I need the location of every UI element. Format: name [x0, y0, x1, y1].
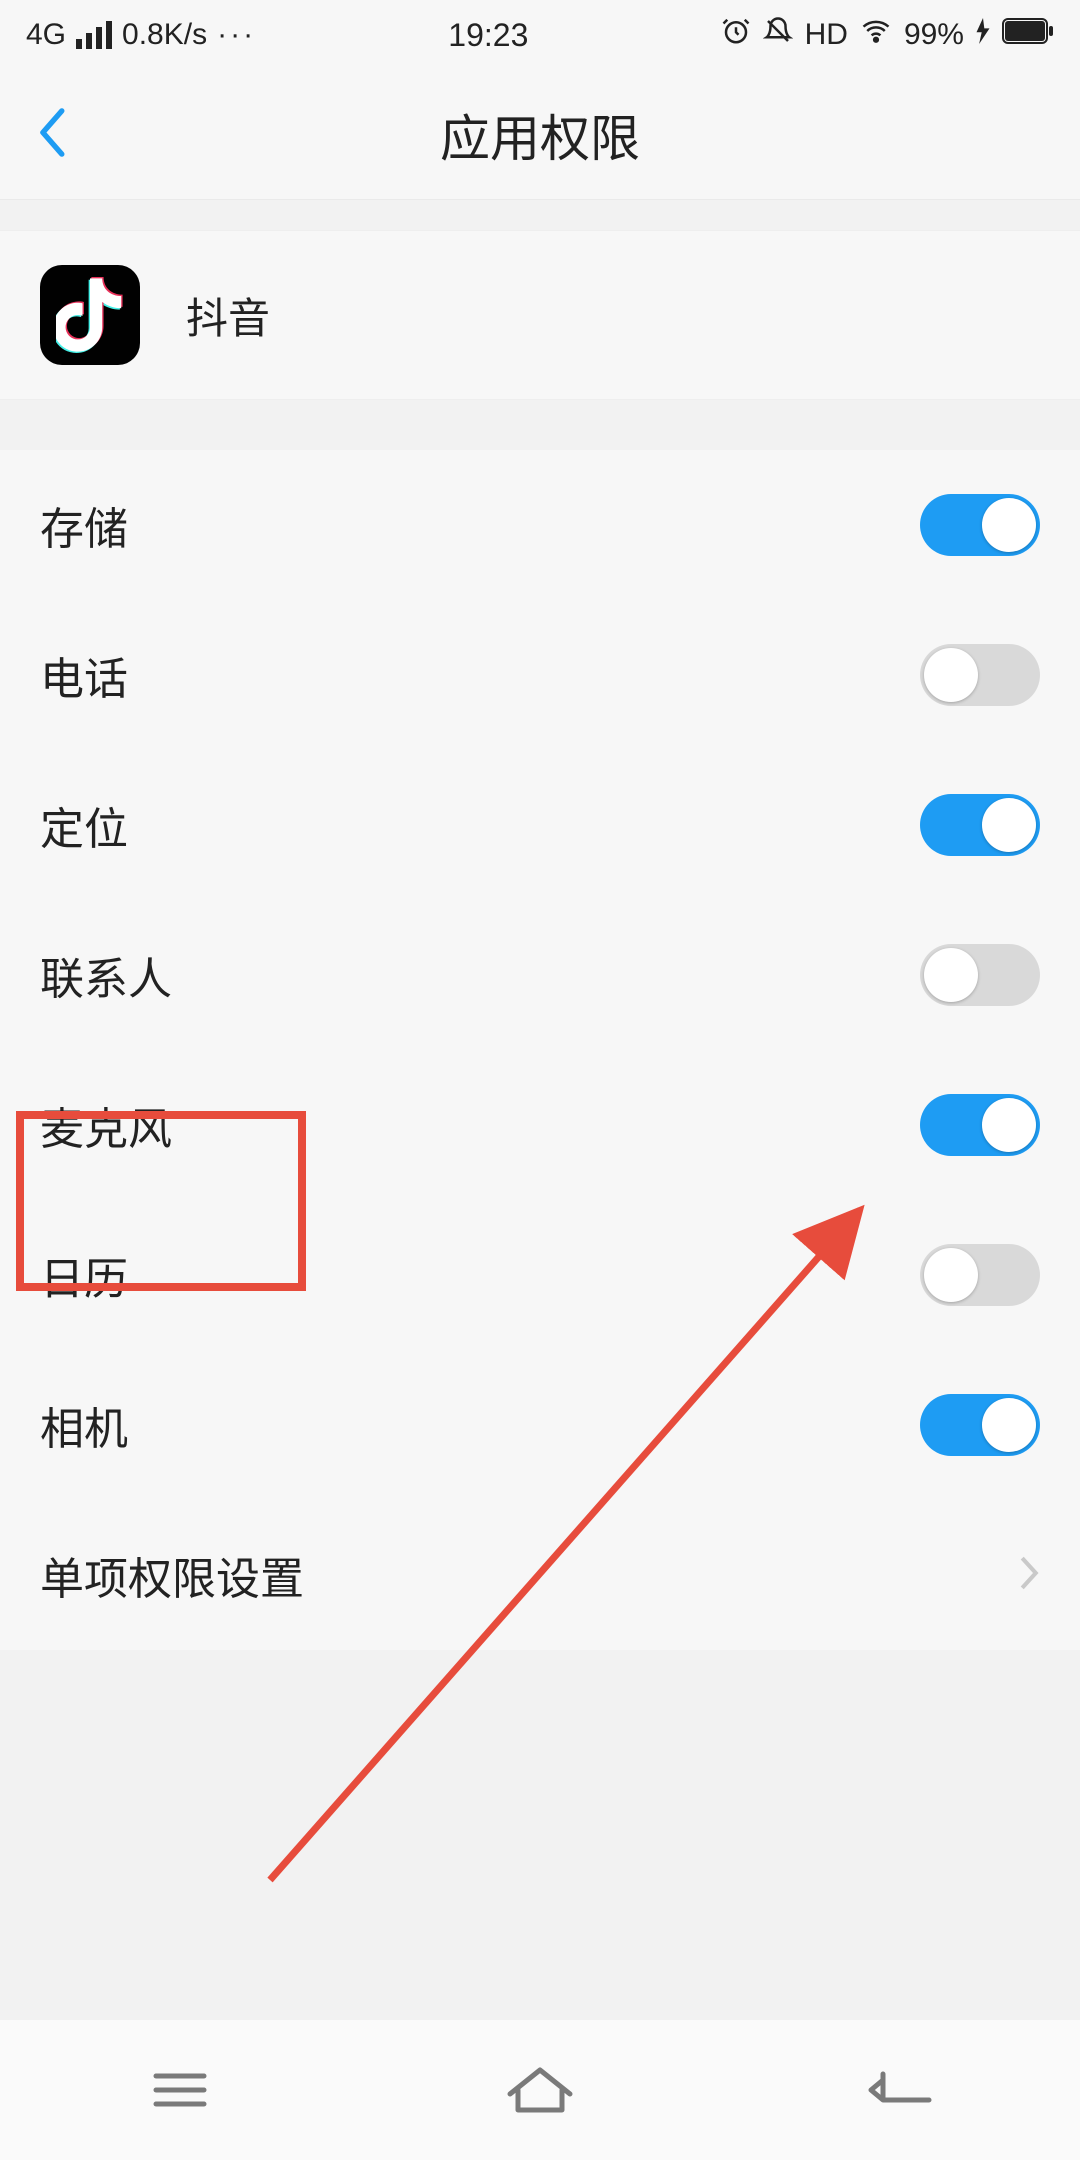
nav-back-button[interactable] [800, 2040, 1000, 2140]
permission-row-calendar: 日历 [0, 1200, 1080, 1350]
network-speed: 0.8K/s [122, 18, 207, 52]
permission-row-microphone: 麦克风 [0, 1050, 1080, 1200]
wifi-icon [860, 16, 892, 54]
status-bar: 4G 0.8K/s ··· 19:23 HD 99% [0, 0, 1080, 70]
more-settings-row[interactable]: 单项权限设置 [0, 1500, 1080, 1650]
charging-icon [976, 18, 990, 52]
permission-label: 联系人 [40, 943, 172, 1007]
signal-icon [76, 21, 112, 49]
permission-label: 存储 [40, 493, 128, 557]
network-type: 4G [26, 18, 66, 52]
permission-row-location: 定位 [0, 750, 1080, 900]
title-bar: 应用权限 [0, 70, 1080, 200]
back-button[interactable] [34, 105, 68, 164]
more-settings-label: 单项权限设置 [40, 1543, 304, 1607]
hd-label: HD [805, 18, 848, 52]
permission-label: 定位 [40, 793, 128, 857]
nav-recent-button[interactable] [80, 2040, 280, 2140]
toggle-location[interactable] [920, 794, 1040, 856]
permission-row-storage: 存储 [0, 450, 1080, 600]
chevron-right-icon [1018, 1554, 1040, 1597]
permission-label: 电话 [40, 643, 128, 707]
permission-row-camera: 相机 [0, 1350, 1080, 1500]
permission-label: 日历 [40, 1243, 128, 1307]
app-icon [40, 265, 140, 365]
nav-bar [0, 2020, 1080, 2160]
alarm-icon [721, 16, 751, 54]
page-title: 应用权限 [0, 99, 1080, 171]
clock: 19:23 [448, 17, 528, 54]
app-name: 抖音 [186, 285, 270, 346]
permission-label: 麦克风 [40, 1093, 172, 1157]
permission-label: 相机 [40, 1393, 128, 1457]
toggle-camera[interactable] [920, 1394, 1040, 1456]
toggle-storage[interactable] [920, 494, 1040, 556]
battery-icon [1002, 18, 1054, 52]
permission-row-phone: 电话 [0, 600, 1080, 750]
permission-row-contacts: 联系人 [0, 900, 1080, 1050]
toggle-calendar[interactable] [920, 1244, 1040, 1306]
battery-percent: 99% [904, 18, 964, 52]
toggle-contacts[interactable] [920, 944, 1040, 1006]
toggle-phone[interactable] [920, 644, 1040, 706]
toggle-microphone[interactable] [920, 1094, 1040, 1156]
dnd-icon [763, 16, 793, 54]
permission-list: 存储 电话 定位 联系人 麦克风 日历 相机 单项权限设置 [0, 450, 1080, 1650]
nav-home-button[interactable] [440, 2040, 640, 2140]
more-icon: ··· [217, 18, 256, 52]
app-header: 抖音 [0, 230, 1080, 400]
